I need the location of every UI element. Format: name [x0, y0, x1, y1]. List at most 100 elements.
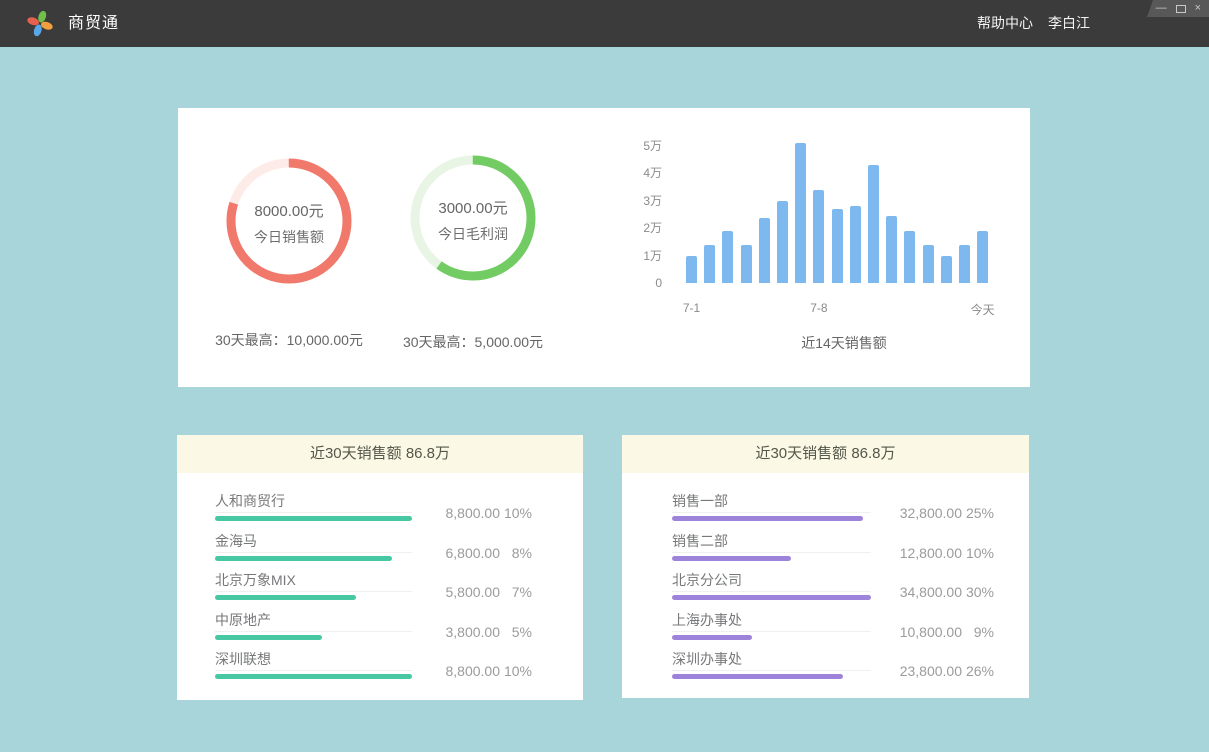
rank-row-percent: 30%: [954, 584, 994, 600]
window-controls: — ×: [1140, 0, 1209, 17]
bar-day-11: [868, 165, 879, 283]
rank-row-value: 34,800.00: [872, 584, 962, 600]
rank-row-value: 8,800.00: [410, 505, 500, 521]
rank-row-bar: [215, 595, 356, 600]
rank-row-value: 12,800.00: [872, 545, 962, 561]
rank-row-value: 23,800.00: [872, 663, 962, 679]
minimize-icon[interactable]: —: [1156, 3, 1167, 14]
rank-row-label: 上海办事处: [672, 610, 871, 632]
rank-row: 深圳办事处 23,800.00 26%: [622, 647, 1029, 687]
department-sales-rank-card: 近30天销售额 86.8万 销售一部 32,800.00 25% 销售二部 12…: [622, 435, 1029, 698]
customer-rank-card-title: 近30天销售额 86.8万: [177, 435, 583, 473]
y-axis-tick: 5万: [618, 137, 662, 155]
rank-row-value: 8,800.00: [410, 663, 500, 679]
y-axis-tick: 3万: [618, 192, 662, 210]
rank-row-label: 中原地产: [215, 610, 412, 632]
bar-plot-area: [686, 140, 1002, 283]
x-axis-tick: 今天: [953, 301, 1013, 318]
rank-row-value: 32,800.00: [872, 505, 962, 521]
today-sales-value: 8000.00元: [226, 202, 352, 222]
y-axis-tick: 0: [618, 274, 662, 292]
rank-row-percent: 9%: [954, 624, 994, 640]
rank-row-bar: [672, 556, 791, 561]
rank-row: 金海马 6,800.00 8%: [177, 529, 583, 569]
bar-day-3: [722, 231, 733, 283]
rank-row-bar: [215, 556, 392, 561]
bar-day-4: [741, 245, 752, 284]
rank-row: 人和商贸行 8,800.00 10%: [177, 489, 583, 529]
y-axis-tick: 2万: [618, 219, 662, 237]
user-name-menu[interactable]: 李白江: [1048, 0, 1090, 47]
today-sales-label: 今日销售额: [226, 227, 352, 247]
bar-day-14: [923, 245, 934, 284]
bar-chart-title: 近14天销售额: [686, 333, 1002, 353]
rank-row: 深圳联想 8,800.00 10%: [177, 647, 583, 687]
x-axis-tick: 7-1: [662, 301, 722, 315]
today-sales-donut-chart: 8000.00元 今日销售额: [226, 158, 352, 284]
rank-row-bar: [215, 674, 412, 679]
rank-row-bar: [215, 635, 322, 640]
rank-row-bar: [672, 595, 871, 600]
rank-row-label: 深圳联想: [215, 649, 412, 671]
bar-day-2: [704, 245, 715, 284]
bar-day-12: [886, 216, 897, 283]
rank-row-value: 5,800.00: [410, 584, 500, 600]
customer-sales-rank-card: 近30天销售额 86.8万 人和商贸行 8,800.00 10% 金海马 6,8…: [177, 435, 583, 700]
bar-day-9: [832, 209, 843, 283]
bar-day-10: [850, 206, 861, 283]
rank-row-value: 3,800.00: [410, 624, 500, 640]
rank-row-label: 销售一部: [672, 491, 871, 513]
titlebar: 商贸通 帮助中心 李白江 — ×: [0, 0, 1209, 47]
rank-row-label: 金海马: [215, 531, 412, 553]
help-center-link[interactable]: 帮助中心: [977, 0, 1033, 47]
rank-row-bar: [672, 516, 863, 521]
rank-row: 销售一部 32,800.00 25%: [622, 489, 1029, 529]
rank-row-bar: [215, 516, 412, 521]
department-rank-card-title: 近30天销售额 86.8万: [622, 435, 1029, 473]
customer-rank-list: 人和商贸行 8,800.00 10% 金海马 6,800.00 8% 北京万象M…: [177, 473, 583, 687]
rank-row-label: 北京分公司: [672, 570, 871, 592]
y-axis-tick: 4万: [618, 164, 662, 182]
rank-row: 上海办事处 10,800.00 9%: [622, 608, 1029, 648]
rank-row-label: 深圳办事处: [672, 649, 871, 671]
bar-day-13: [904, 231, 915, 283]
rank-row-percent: 25%: [954, 505, 994, 521]
rank-row-percent: 7%: [492, 584, 532, 600]
bar-day-6: [777, 201, 788, 284]
today-profit-value: 3000.00元: [410, 199, 536, 219]
bar-day-7: [795, 143, 806, 283]
bar-day-8: [813, 190, 824, 284]
bar-day-1: [686, 256, 697, 284]
bar-day-5: [759, 218, 770, 283]
rank-row: 中原地产 3,800.00 5%: [177, 608, 583, 648]
app-title: 商贸通: [68, 0, 119, 47]
y-axis-tick: 1万: [618, 247, 662, 265]
department-rank-list: 销售一部 32,800.00 25% 销售二部 12,800.00 10% 北京…: [622, 473, 1029, 687]
rank-row-bar: [672, 635, 752, 640]
overview-card: 8000.00元 今日销售额 30天最高：10,000.00元 3000.00元…: [178, 108, 1030, 387]
today-profit-donut-chart: 3000.00元 今日毛利润: [410, 155, 536, 281]
sales-14day-bar-chart: 5万 4万 3万 2万 1万 0 7-1 7-8 今天 近14天销售额: [618, 133, 1018, 373]
app-window: 商贸通 帮助中心 李白江 — × 8000.00元 今日销售额 30天最高：10…: [0, 0, 1209, 752]
rank-row-value: 6,800.00: [410, 545, 500, 561]
rank-row-label: 北京万象MIX: [215, 570, 412, 592]
app-logo-pinwheel-icon: [27, 9, 53, 38]
rank-row-percent: 5%: [492, 624, 532, 640]
today-profit-label: 今日毛利润: [410, 224, 536, 244]
rank-row-percent: 10%: [492, 663, 532, 679]
rank-row-percent: 10%: [954, 545, 994, 561]
rank-row-label: 销售二部: [672, 531, 871, 553]
bar-day-17: [977, 231, 988, 283]
rank-row-value: 10,800.00: [872, 624, 962, 640]
today-profit-30day-high: 30天最高：5,000.00元: [363, 332, 583, 352]
rank-row-percent: 8%: [492, 545, 532, 561]
rank-row: 北京分公司 34,800.00 30%: [622, 568, 1029, 608]
rank-row: 销售二部 12,800.00 10%: [622, 529, 1029, 569]
maximize-icon[interactable]: [1176, 5, 1186, 13]
rank-row: 北京万象MIX 5,800.00 7%: [177, 568, 583, 608]
close-icon[interactable]: ×: [1195, 3, 1201, 14]
bar-day-15: [941, 256, 952, 284]
rank-row-bar: [672, 674, 843, 679]
rank-row-percent: 26%: [954, 663, 994, 679]
today-profit-center-text: 3000.00元 今日毛利润: [410, 199, 536, 244]
